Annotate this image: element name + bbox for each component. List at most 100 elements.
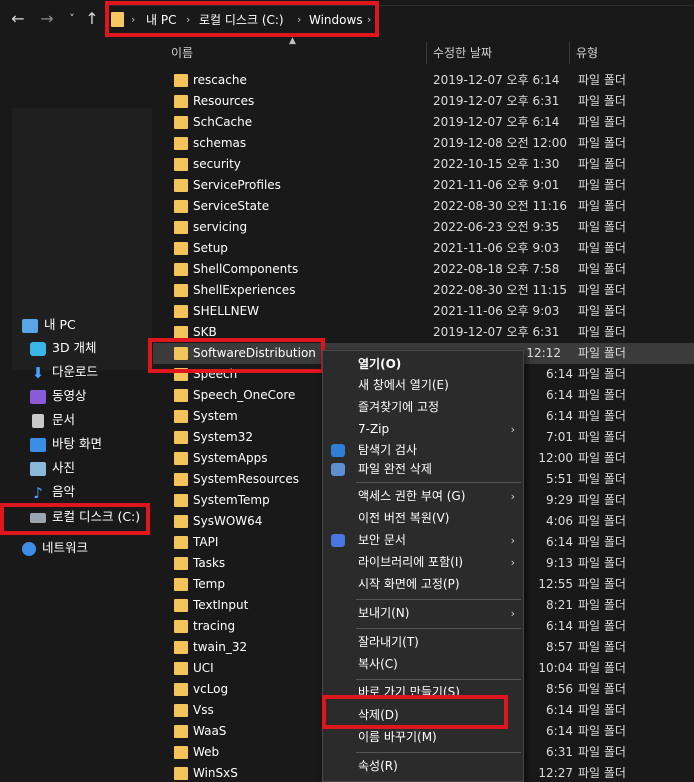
- menu-item-secure-document[interactable]: 보안 문서 ›: [323, 530, 523, 551]
- menu-item-copy[interactable]: 복사(C): [323, 654, 523, 675]
- file-name: Speech_OneCore: [193, 388, 296, 402]
- menu-item-open-new-window[interactable]: 새 창에서 열기(E): [323, 375, 523, 396]
- sidebar-item-3d-objects[interactable]: 3D 개체: [30, 337, 97, 359]
- file-row[interactable]: ShellExperiences 2022-08-30 오전 11:15 파일 폴더: [165, 280, 694, 301]
- file-row[interactable]: rescache 2019-12-07 오후 6:14 파일 폴더: [165, 70, 694, 91]
- menu-item-explorer-scan[interactable]: 탐색기 검사: [323, 440, 523, 461]
- menu-item-shred-file[interactable]: 파일 완전 삭제: [323, 459, 523, 480]
- file-modified-date: 12:00: [538, 451, 573, 465]
- folder-icon: [174, 704, 188, 717]
- file-row[interactable]: schemas 2019-12-08 오전 12:00 파일 폴더: [165, 133, 694, 154]
- menu-item-create-shortcut[interactable]: 바로 가기 만들기(S): [323, 682, 523, 703]
- menu-item-pin-quick-access[interactable]: 즐겨찾기에 고정: [323, 397, 523, 418]
- menu-item-delete[interactable]: 삭제(D): [323, 705, 523, 726]
- sidebar-item-label: 다운로드: [52, 364, 99, 379]
- menu-item-send-to[interactable]: 보내기(N) ›: [323, 603, 523, 624]
- sidebar-item-this-pc[interactable]: 내 PC: [22, 314, 76, 336]
- sidebar-item-pictures[interactable]: 사진: [30, 457, 75, 479]
- file-modified-date: 6:14: [546, 724, 573, 738]
- file-name: Web: [193, 745, 220, 759]
- file-row[interactable]: servicing 2022-06-23 오전 9:35 파일 폴더: [165, 217, 694, 238]
- file-modified-date: 6:14: [546, 703, 573, 717]
- folder-icon: [174, 389, 188, 402]
- breadcrumb-separator[interactable]: ›: [367, 12, 371, 28]
- menu-item-cut[interactable]: 잘라내기(T): [323, 632, 523, 653]
- sidebar-item-network[interactable]: 네트워크: [22, 537, 88, 559]
- file-modified-date: 12:12: [526, 346, 561, 360]
- file-name: ShellComponents: [193, 262, 299, 276]
- folder-icon: [174, 662, 188, 675]
- file-name: UCI: [193, 661, 214, 675]
- recent-locations-button[interactable]: ˅: [62, 8, 82, 30]
- menu-item-properties[interactable]: 속성(R): [323, 756, 523, 777]
- breadcrumb-separator[interactable]: ›: [131, 12, 135, 28]
- file-type: 파일 폴더: [578, 703, 626, 717]
- file-row[interactable]: SchCache 2019-12-07 오후 6:14 파일 폴더: [165, 112, 694, 133]
- menu-item-restore-previous[interactable]: 이전 버전 복원(V): [323, 508, 523, 529]
- folder-icon: [174, 578, 188, 591]
- sidebar-item-label: 바탕 화면: [52, 436, 102, 451]
- file-modified-date: 2021-11-06 오후 9:03: [433, 304, 560, 318]
- folder-icon: [174, 179, 188, 192]
- folder-icon: [174, 368, 188, 381]
- sidebar-item-downloads[interactable]: ⬇ 다운로드: [30, 361, 98, 383]
- sidebar-item-videos[interactable]: 동영상: [30, 385, 87, 407]
- folder-icon: [174, 137, 188, 150]
- file-name: ShellExperiences: [193, 283, 296, 297]
- file-type: 파일 폴더: [578, 619, 626, 633]
- file-row[interactable]: Resources 2019-12-07 오후 6:31 파일 폴더: [165, 91, 694, 112]
- file-name: WaaS: [193, 724, 227, 738]
- file-modified-date: 12:55: [538, 577, 573, 591]
- folder-icon: [174, 221, 188, 234]
- address-bar[interactable]: › 내 PC › 로컬 디스크 (C:) › Windows ›: [107, 5, 694, 33]
- file-name: rescache: [193, 73, 247, 87]
- menu-item-give-access[interactable]: 액세스 권한 부여 (G) ›: [323, 486, 523, 507]
- file-type: 파일 폴더: [578, 640, 626, 654]
- file-modified-date: 9:29: [546, 493, 573, 507]
- file-type: 파일 폴더: [578, 157, 626, 171]
- file-modified-date: 6:14: [546, 409, 573, 423]
- file-modified-date: 6:14: [546, 388, 573, 402]
- file-name: security: [193, 157, 241, 171]
- sidebar-item-documents[interactable]: 문서: [30, 409, 75, 431]
- column-header-type[interactable]: 유형: [572, 42, 694, 64]
- breadcrumb-local-disk[interactable]: 로컬 디스크 (C:): [199, 12, 284, 28]
- file-row[interactable]: SKB 2019-12-07 오후 6:31 파일 폴더: [165, 322, 694, 343]
- sidebar-item-local-disk[interactable]: 로컬 디스크 (C:): [30, 506, 140, 528]
- file-modified-date: 12:27: [538, 766, 573, 780]
- file-name: WinSxS: [193, 766, 238, 780]
- breadcrumb-separator[interactable]: ›: [186, 12, 190, 28]
- menu-item-7zip[interactable]: 7-Zip ›: [323, 419, 523, 440]
- menu-item-include-library[interactable]: 라이브러리에 포함(I) ›: [323, 552, 523, 573]
- file-row[interactable]: ShellComponents 2022-08-18 오후 7:58 파일 폴더: [165, 259, 694, 280]
- file-row[interactable]: SHELLNEW 2021-11-06 오후 9:03 파일 폴더: [165, 301, 694, 322]
- column-header-modified[interactable]: 수정한 날짜: [429, 42, 570, 64]
- file-row[interactable]: Setup 2021-11-06 오후 9:03 파일 폴더: [165, 238, 694, 259]
- breadcrumb-separator[interactable]: ›: [297, 12, 301, 28]
- file-row[interactable]: ServiceState 2022-08-30 오전 11:16 파일 폴더: [165, 196, 694, 217]
- file-name: SchCache: [193, 115, 253, 129]
- file-type: 파일 폴더: [578, 304, 626, 318]
- file-row[interactable]: ServiceProfiles 2021-11-06 오후 9:01 파일 폴더: [165, 175, 694, 196]
- folder-icon: [174, 683, 188, 696]
- up-button[interactable]: ↑: [82, 8, 102, 30]
- menu-item-rename[interactable]: 이름 바꾸기(M): [323, 727, 523, 748]
- sidebar-item-music[interactable]: ♪ 음악: [30, 481, 75, 503]
- desktop-icon: [30, 437, 46, 452]
- submenu-arrow-icon: ›: [510, 556, 515, 569]
- menu-separator: [356, 482, 521, 483]
- forward-button[interactable]: →: [37, 8, 57, 30]
- menu-separator: [356, 752, 521, 753]
- breadcrumb-this-pc[interactable]: 내 PC: [146, 12, 176, 28]
- column-header-name[interactable]: 이름: [167, 42, 427, 64]
- file-type: 파일 폴더: [578, 598, 626, 612]
- sidebar-item-desktop[interactable]: 바탕 화면: [30, 433, 102, 455]
- file-type: 파일 폴더: [578, 73, 626, 87]
- menu-item-open[interactable]: 열기(O): [323, 354, 523, 375]
- menu-item-pin-start[interactable]: 시작 화면에 고정(P): [323, 574, 523, 595]
- file-type: 파일 폴더: [578, 262, 626, 276]
- file-row[interactable]: security 2022-10-15 오후 1:30 파일 폴더: [165, 154, 694, 175]
- back-button[interactable]: ←: [8, 8, 28, 30]
- folder-icon: [174, 305, 188, 318]
- breadcrumb-windows[interactable]: Windows: [309, 12, 363, 28]
